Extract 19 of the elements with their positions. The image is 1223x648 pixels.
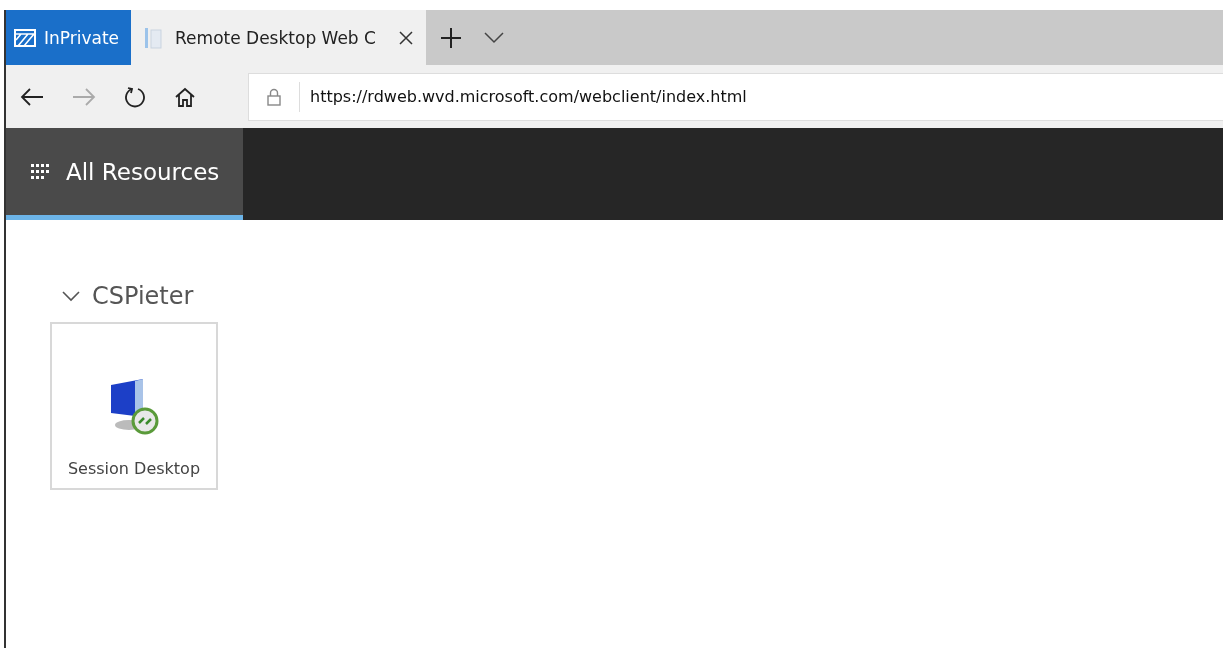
chevron-down-button[interactable]: [484, 31, 505, 44]
chevron-icon: [62, 290, 80, 302]
app-grid-icon: [30, 162, 50, 181]
back-button[interactable]: [20, 86, 44, 107]
page-icon: [143, 25, 164, 50]
lock-icon: [267, 87, 281, 106]
close-button[interactable]: [398, 29, 415, 46]
new-tab-button[interactable]: [440, 26, 463, 49]
tab-title: Remote Desktop Web C: [175, 27, 377, 48]
resource-tile[interactable]: Session Desktop: [50, 322, 218, 490]
home-button[interactable]: [174, 86, 196, 107]
group-header[interactable]: CSPieter: [50, 278, 194, 314]
browser-tab[interactable]: Remote Desktop Web C: [131, 10, 427, 65]
nav-tab[interactable]: All Resources: [6, 128, 244, 220]
url-text: https://rdweb.wvd.microsoft.com/webclient/index.html: [309, 87, 747, 106]
inprivate-label: InPrivate: [44, 27, 120, 48]
striped-window-icon: [14, 28, 36, 47]
address-bar[interactable]: https://rdweb.wvd.microsoft.com/webclient/index.html: [248, 72, 1223, 121]
refresh-button[interactable]: [124, 85, 146, 108]
